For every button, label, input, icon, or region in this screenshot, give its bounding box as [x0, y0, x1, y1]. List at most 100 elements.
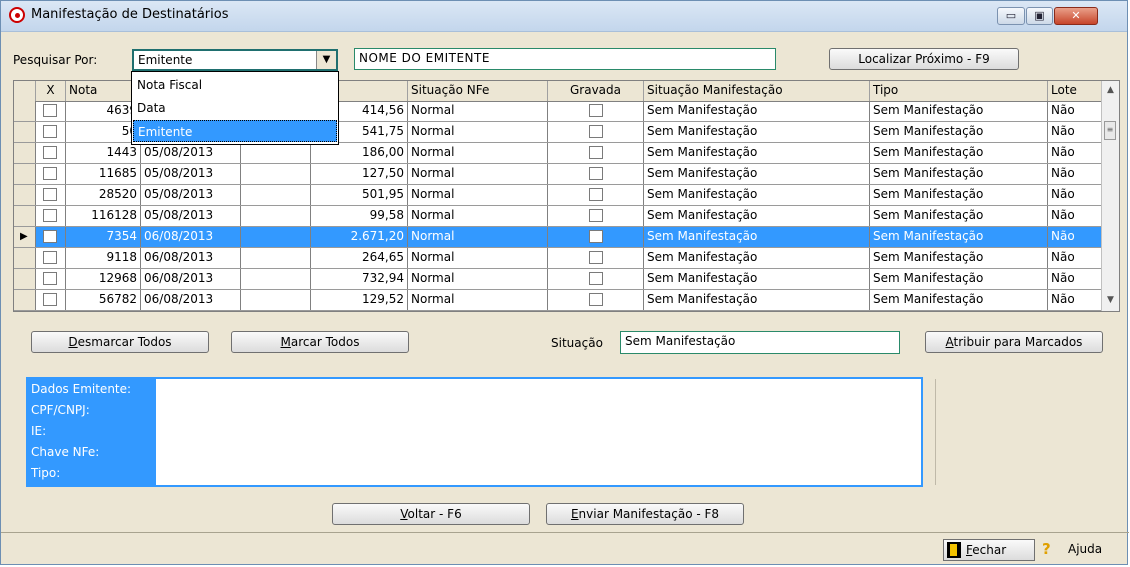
close-button[interactable]: ✕ [1054, 7, 1098, 25]
table-row[interactable]: 1443 05/08/2013 186,00 Normal Sem Manifestaç… [14, 143, 1104, 164]
gravada-checkbox[interactable] [589, 167, 603, 180]
row-select-checkbox[interactable] [43, 230, 57, 243]
gravada-checkbox[interactable] [589, 230, 603, 243]
help-label: Ajuda [1068, 542, 1103, 556]
row-select-cell [36, 227, 66, 247]
cell-valor: 129,52 [311, 290, 408, 310]
back-hotkey: V [400, 507, 408, 521]
row-select-cell [36, 164, 66, 184]
minimize-icon: ▭ [1005, 9, 1017, 22]
close-window-button[interactable]: Fechar [943, 539, 1035, 561]
gravada-checkbox[interactable] [589, 188, 603, 201]
row-select-checkbox[interactable] [43, 272, 57, 285]
row-select-cell [36, 122, 66, 142]
minimize-button[interactable]: ▭ [997, 7, 1025, 25]
scroll-up-icon[interactable]: ▲ [1102, 82, 1119, 99]
table-row[interactable]: 12968 06/08/2013 732,94 Normal Sem Manifesta… [14, 269, 1104, 290]
scroll-down-icon[interactable]: ▼ [1102, 292, 1119, 309]
close-window-label: echar [972, 543, 1007, 557]
gravada-checkbox[interactable] [589, 209, 603, 222]
cell-man: Sem Manifestação [644, 101, 870, 121]
cell-data: 05/08/2013 [141, 185, 241, 205]
cell-emitente [241, 248, 311, 268]
cell-nota: 11685 [66, 164, 141, 184]
cell-lote: Não [1048, 227, 1102, 247]
back-button[interactable]: Voltar - F6 [332, 503, 530, 525]
table-row[interactable]: 116128 05/08/2013 99,58 Normal Sem Manifesta… [14, 206, 1104, 227]
send-manifest-button[interactable]: Enviar Manifestação - F8 [546, 503, 744, 525]
maximize-icon: ▣ [1034, 9, 1045, 22]
issuer-details-panel: Dados Emitente: CPF/CNPJ: IE: Chave NFe:… [26, 377, 923, 487]
cell-lote: Não [1048, 101, 1102, 121]
option-data[interactable]: Data [133, 97, 337, 119]
gravada-checkbox[interactable] [589, 146, 603, 159]
table-row[interactable]: ▶ 7354 06/08/2013 2.671,20 Normal Sem Manifes… [14, 227, 1104, 248]
option-emitente[interactable]: Emitente [133, 120, 337, 142]
table-row[interactable]: 11685 05/08/2013 127,50 Normal Sem Manifesta… [14, 164, 1104, 185]
cell-sit: Normal [408, 269, 548, 289]
situacao-field[interactable]: Sem Manifestação [620, 331, 900, 354]
cell-lote: Não [1048, 290, 1102, 310]
header-tipo[interactable]: Tipo [870, 81, 1048, 101]
row-select-checkbox[interactable] [43, 251, 57, 264]
main-window: Manifestação de Destinatários ▭ ▣ ✕ Pesq… [0, 0, 1129, 565]
header-situacao-manifestacao[interactable]: Situação Manifestação [644, 81, 870, 101]
row-select-checkbox[interactable] [43, 293, 57, 306]
cell-tipo: Sem Manifestação [870, 248, 1048, 268]
row-gravada-cell [548, 227, 644, 247]
row-select-checkbox[interactable] [43, 188, 57, 201]
gravada-checkbox[interactable] [589, 272, 603, 285]
cell-lote: Não [1048, 122, 1102, 142]
gravada-checkbox[interactable] [589, 251, 603, 264]
row-select-checkbox[interactable] [43, 209, 57, 222]
row-select-checkbox[interactable] [43, 167, 57, 180]
assign-marked-button[interactable]: Atribuir para Marcados [925, 331, 1103, 353]
header-situacao-nfe[interactable]: Situação NFe [408, 81, 548, 101]
mark-all-button[interactable]: Marcar Todos [231, 331, 409, 353]
app-icon [9, 7, 25, 23]
gravada-checkbox[interactable] [589, 104, 603, 117]
row-select-checkbox[interactable] [43, 104, 57, 117]
cell-nota: 56782 [66, 290, 141, 310]
search-by-value: Emitente [138, 53, 193, 67]
row-gravada-cell [548, 206, 644, 226]
row-indicator [14, 206, 36, 226]
row-indicator [14, 101, 36, 121]
header-lote[interactable]: Lote [1048, 81, 1102, 101]
cell-lote: Não [1048, 206, 1102, 226]
row-select-cell [36, 143, 66, 163]
cell-data: 06/08/2013 [141, 248, 241, 268]
row-select-checkbox[interactable] [43, 125, 57, 138]
cell-emitente [241, 206, 311, 226]
cell-lote: Não [1048, 164, 1102, 184]
help-icon: ? [1042, 540, 1051, 558]
vertical-scrollbar[interactable]: ▲ ≡ ▼ [1101, 81, 1119, 311]
maximize-button[interactable]: ▣ [1026, 7, 1053, 25]
table-row[interactable]: 28520 05/08/2013 501,95 Normal Sem Manifesta… [14, 185, 1104, 206]
title-bar: Manifestação de Destinatários ▭ ▣ ✕ [1, 1, 1127, 32]
row-select-cell [36, 101, 66, 121]
exit-icon [947, 542, 961, 558]
cell-nota: 4639 [66, 101, 141, 121]
chevron-down-icon[interactable]: ▼ [316, 51, 336, 69]
search-by-select[interactable]: Emitente ▼ [132, 49, 338, 71]
scroll-thumb[interactable]: ≡ [1104, 121, 1116, 140]
gravada-checkbox[interactable] [589, 125, 603, 138]
header-nota[interactable]: Nota [66, 81, 141, 101]
assign-marked-label: tribuir para Marcados [953, 335, 1083, 349]
row-select-checkbox[interactable] [43, 146, 57, 159]
cell-emitente [241, 290, 311, 310]
search-input[interactable]: NOME DO EMITENTE [354, 48, 776, 70]
cell-sit: Normal [408, 164, 548, 184]
find-next-button[interactable]: Localizar Próximo - F9 [829, 48, 1019, 70]
help-button[interactable]: ? Ajuda [1038, 539, 1122, 561]
unmark-all-button[interactable]: Desmarcar Todos [31, 331, 209, 353]
row-indicator: ▶ [14, 227, 36, 247]
header-check[interactable]: X [36, 81, 66, 101]
table-row[interactable]: 9118 06/08/2013 264,65 Normal Sem Manifestaç… [14, 248, 1104, 269]
unmark-all-hotkey: D [68, 335, 78, 349]
gravada-checkbox[interactable] [589, 293, 603, 306]
header-gravada[interactable]: Gravada [548, 81, 644, 101]
table-row[interactable]: 56782 06/08/2013 129,52 Normal Sem Manifesta… [14, 290, 1104, 311]
option-nota-fiscal[interactable]: Nota Fiscal [133, 74, 337, 96]
